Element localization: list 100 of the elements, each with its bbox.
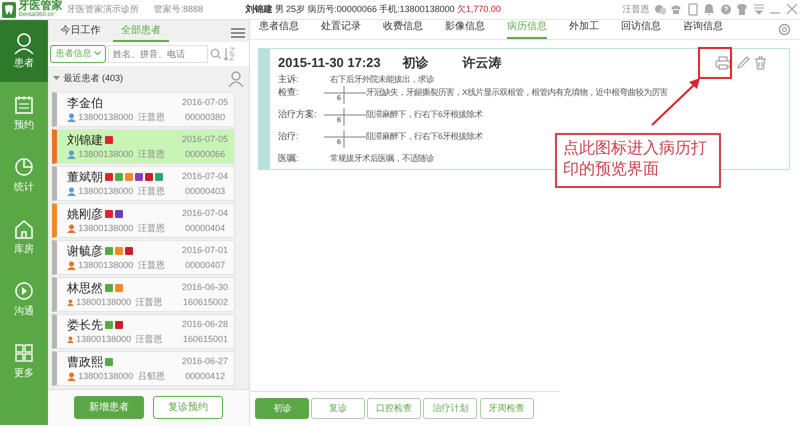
field-label: 检查:: [278, 86, 300, 99]
patient-card[interactable]: 曹政熙 2016-06-27 13800138000 吕郁恩 00000412: [52, 350, 235, 386]
clinic-name: 牙医管家演示诊所: [67, 2, 139, 16]
record-datetime: 2015-11-30 17:23: [278, 54, 381, 72]
pencil-icon[interactable]: [736, 56, 750, 70]
person-icon: [67, 224, 76, 233]
field-label: 治疗方案:: [278, 108, 318, 121]
patient-card[interactable]: 李金伯 2016-07-05 13800138000 汪普恩 00000380: [52, 92, 235, 127]
visit-date: 2016-07-04: [182, 170, 228, 183]
patient-name: 刘锦建: [67, 132, 103, 148]
grid-icon: [13, 342, 35, 364]
record-number: 00000380: [185, 110, 226, 124]
patient-name: 刘锦建: [246, 2, 273, 16]
doctor-name: 汪普恩: [136, 332, 163, 346]
play-icon: [13, 280, 35, 302]
patient-card[interactable]: 娄长先 2016-06-28 13800138000 汪普恩 160615001: [52, 314, 235, 349]
patient-gender: 男: [274, 2, 284, 16]
patient-name: 谢毓彦: [67, 242, 103, 259]
tab[interactable]: 外加工: [569, 16, 599, 39]
field-text: 常规拔牙术后医嘱，不适随诊: [330, 152, 434, 165]
tab[interactable]: 患者信息: [259, 16, 299, 39]
tooth-cross-icon: [322, 86, 366, 104]
doctor-name: 汪普恩: [138, 222, 165, 235]
tab[interactable]: 收费信息: [383, 16, 423, 39]
tab[interactable]: 影像信息: [445, 16, 485, 39]
user-name[interactable]: 汪普恩: [622, 2, 650, 16]
shirt-icon[interactable]: [736, 3, 748, 16]
chat-icon[interactable]: [654, 3, 666, 16]
patient-card[interactable]: 谢毓彦 2016-07-01 13800138000 汪普恩 00000407: [52, 240, 235, 275]
patient-name: 娄长先: [67, 316, 103, 333]
visit-date: 2016-07-05: [182, 132, 228, 146]
visit-date: 2016-06-30: [182, 280, 228, 294]
caret-icon: [94, 51, 100, 56]
doctor-name: 汪普恩: [138, 110, 165, 124]
tab[interactable]: 今日工作: [52, 20, 108, 42]
doctor-name: 汪普恩: [138, 184, 165, 198]
settings-icon[interactable]: [778, 23, 791, 36]
patient-card[interactable]: 姚刚彦 2016-07-04 13800138000 汪普恩 00000404: [52, 202, 235, 238]
patient-name: 曹政熙: [67, 354, 103, 370]
search-icon[interactable]: [210, 48, 221, 60]
tab[interactable]: 咨询信息: [683, 16, 723, 39]
dropdown-icon[interactable]: [752, 3, 765, 16]
person-icon: [13, 32, 35, 54]
phone-icon[interactable]: [670, 3, 682, 16]
visit-date: 2016-07-01: [182, 244, 228, 257]
field-label: 医嘱:: [278, 152, 300, 165]
sort-icon[interactable]: [223, 46, 236, 61]
recent-patients-heading[interactable]: 最近患者 (403): [64, 72, 124, 86]
bell-icon[interactable]: [703, 3, 716, 16]
visit-date: 2016-07-04: [182, 206, 228, 220]
trash-icon[interactable]: [754, 56, 767, 70]
tab[interactable]: 处置记录: [321, 16, 361, 39]
printer-icon[interactable]: [715, 56, 731, 70]
patient-name: 李金伯: [67, 94, 103, 111]
field-text: 右下后牙外院未能拔出，求诊: [330, 72, 434, 86]
patient-card[interactable]: 林思然 2016-06-30 13800138000 汪普恩 160615002: [52, 276, 235, 312]
record-number: 00000412: [185, 370, 226, 383]
tooth-cross-icon: [322, 108, 366, 126]
person-icon: [67, 112, 76, 122]
tooth-cross-icon: [322, 130, 366, 148]
doctor-name: 汪普恩: [138, 148, 165, 161]
doctor-name: 汪普恩: [138, 258, 165, 272]
field-text: 阻滞麻醉下，行右下6牙根拔除术: [366, 108, 483, 121]
tab[interactable]: 回访信息: [621, 16, 661, 39]
phone-number: 13800138000: [76, 296, 132, 309]
highlight-frame: [698, 47, 732, 79]
record-number: 00000404: [185, 222, 226, 235]
person-icon: [67, 372, 76, 381]
patient-card[interactable]: 董斌朝 2016-07-04 13800138000 汪普恩 00000403: [52, 166, 235, 201]
account-number: 管家号:8888: [154, 2, 204, 16]
users-icon[interactable]: [226, 70, 244, 87]
field-text: 阻滞麻醉下，行右下6牙根拔除术: [366, 130, 483, 143]
annotation-callout: 点此图标进入病历打印的预览界面: [555, 133, 721, 188]
patient-card[interactable]: 刘锦建 2016-07-05 13800138000 汪普恩 00000066: [52, 128, 235, 164]
phone-number: 13800138000: [78, 184, 134, 198]
patient-age: 25岁: [286, 2, 306, 16]
person-icon: [67, 260, 76, 270]
caret-icon[interactable]: [52, 76, 60, 82]
field-label: 主诉:: [278, 72, 300, 86]
visit-date: 2016-06-28: [182, 318, 228, 331]
menu-icon[interactable]: [230, 28, 244, 38]
visit-date: 2016-07-05: [182, 96, 228, 109]
person-icon: [67, 150, 76, 159]
phone-number: 13800138000: [78, 110, 134, 124]
pie-chart-icon: [13, 156, 35, 178]
record-number: 160615001: [182, 332, 228, 346]
record-number: 00000066: [185, 148, 226, 161]
sidebar-item[interactable]: 患者: [0, 20, 48, 82]
close-icon[interactable]: [786, 3, 798, 16]
pointer-arrow: [651, 78, 700, 126]
field-label: 治疗:: [278, 130, 300, 143]
house-icon: [13, 218, 35, 240]
tablet-icon[interactable]: [686, 3, 699, 16]
record-number: 00000407: [185, 258, 226, 272]
help-icon[interactable]: [720, 3, 732, 16]
record-number: 160615002: [182, 296, 228, 309]
debt-amount: 欠1,770.00: [456, 2, 501, 16]
phone-number: 13800138000: [78, 222, 134, 235]
search-field[interactable]: 姓名、拼音、电话: [108, 44, 208, 63]
person-icon: [67, 334, 74, 344]
